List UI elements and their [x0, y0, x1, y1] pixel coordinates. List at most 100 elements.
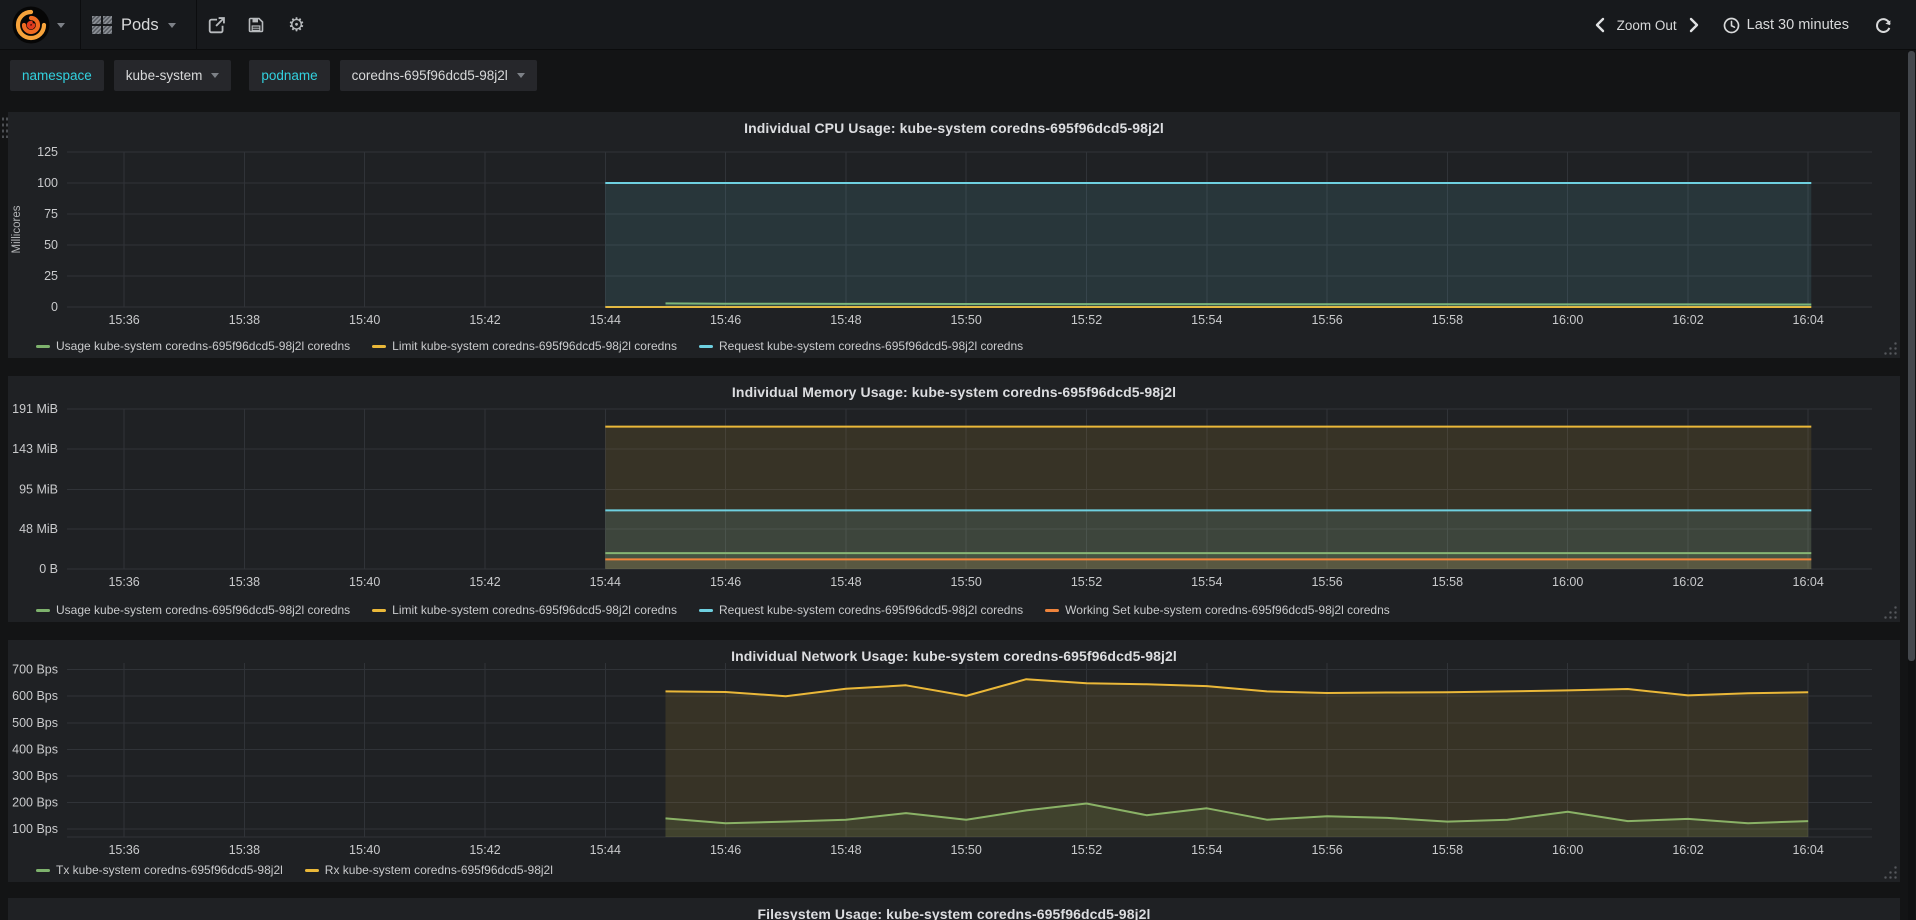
y-tick-label: 700 Bps: [12, 663, 58, 677]
share-dashboard-button[interactable]: [208, 0, 225, 50]
dashboard-settings-button[interactable]: ⚙: [288, 0, 305, 50]
legend-series-dash: [36, 609, 50, 612]
x-tick-label: 15:56: [1311, 843, 1342, 857]
x-tick-label: 15:44: [590, 843, 621, 857]
legend-series-dash: [304, 869, 319, 872]
y-tick-label: 100 Bps: [12, 822, 58, 836]
x-tick-label: 15:40: [349, 313, 380, 327]
chevron-right-icon: [1689, 17, 1698, 33]
legend-item[interactable]: Rx kube-system coredns-695f96dcd5-98j2l: [304, 863, 553, 877]
gear-icon: ⚙: [288, 14, 306, 36]
divider: [80, 0, 81, 50]
x-tick-label: 15:54: [1191, 313, 1222, 327]
panel-cpu-usage: Individual CPU Usage: kube-system coredn…: [8, 112, 1900, 358]
series-fill-rx: [665, 679, 1809, 837]
x-tick-label: 15:58: [1432, 843, 1463, 857]
network-usage-chart[interactable]: 100 Bps 200 Bps 300 Bps 400 Bps 500 Bps 600 B…: [8, 640, 1900, 882]
legend-item[interactable]: Tx kube-system coredns-695f96dcd5-98j2l: [36, 863, 283, 877]
y-tick-label: 500 Bps: [12, 716, 58, 730]
time-pan-left-button[interactable]: [1593, 17, 1607, 33]
cpu-usage-chart[interactable]: 0 25 50 75 100 125 15:36 15:38 15:40 15:42 15:44 15…: [8, 112, 1900, 358]
x-tick-label: 15:46: [710, 313, 741, 327]
x-tick-label: 16:02: [1672, 313, 1703, 327]
namespace-label: namespace: [10, 60, 104, 91]
x-tick-label: 15:36: [108, 575, 139, 589]
panel-filesystem-usage: Filesystem Usage: kube-system coredns-69…: [8, 898, 1900, 920]
legend-series-label: Usage kube-system coredns-695f96dcd5-98j…: [56, 603, 351, 617]
legend-series-dash: [1045, 609, 1060, 612]
template-variables-row: namespace kube-system podname coredns-69…: [10, 60, 555, 91]
clock-icon: [1723, 17, 1739, 33]
grafana-logo-button[interactable]: [0, 0, 80, 50]
legend: Usage kube-system coredns-695f96dcd5-98j…: [36, 603, 1390, 617]
legend-item[interactable]: Limit kube-system coredns-695f96dcd5-98j…: [372, 603, 677, 617]
x-tick-label: 16:04: [1793, 843, 1824, 857]
x-tick-label: 15:48: [830, 575, 861, 589]
y-tick-label: 48 MiB: [19, 522, 58, 536]
legend-series-dash: [372, 345, 387, 348]
legend-item[interactable]: Request kube-system coredns-695f96dcd5-9…: [698, 339, 1024, 353]
legend: Tx kube-system coredns-695f96dcd5-98j2l R…: [36, 863, 553, 877]
y-tick-label: 0 B: [39, 562, 58, 576]
x-tick-label: 15:40: [349, 575, 380, 589]
legend-series-dash: [36, 345, 50, 348]
share-icon: [208, 16, 225, 33]
legend-item[interactable]: Usage kube-system coredns-695f96dcd5-98j…: [36, 339, 350, 353]
memory-usage-chart[interactable]: 0 B 48 MiB 95 MiB 143 MiB 191 MiB 15:36 15:38 1…: [8, 376, 1900, 622]
y-tick-label: 95 MiB: [19, 482, 58, 496]
x-tick-label: 15:50: [951, 313, 982, 327]
legend-series-label: Request kube-system coredns-695f96dcd5-9…: [718, 603, 1024, 617]
zoom-out-button[interactable]: Zoom Out: [1617, 18, 1677, 33]
time-range-picker[interactable]: Last 30 minutes: [1723, 17, 1849, 34]
navbar: Pods ⚙ Zoom Out Last 30 minutes: [0, 0, 1916, 50]
divider: [196, 0, 197, 50]
x-tick-label: 15:56: [1311, 313, 1342, 327]
x-tick-label: 16:00: [1552, 843, 1583, 857]
time-pan-right-button[interactable]: [1687, 17, 1701, 33]
y-tick-label: 300 Bps: [12, 769, 58, 783]
refresh-icon: [1876, 17, 1891, 33]
x-tick-label: 15:44: [590, 575, 621, 589]
x-tick-label: 16:04: [1793, 313, 1824, 327]
x-tick-label: 15:44: [590, 313, 621, 327]
legend-item[interactable]: Limit kube-system coredns-695f96dcd5-98j…: [372, 339, 677, 353]
y-tick-label: 0: [51, 300, 58, 314]
scrollbar-thumb[interactable]: [1908, 51, 1915, 661]
legend-series-label: Usage kube-system coredns-695f96dcd5-98j…: [56, 339, 351, 353]
y-tick-label: 50: [44, 238, 58, 252]
x-tick-label: 15:36: [108, 313, 139, 327]
panel-memory-usage: Individual Memory Usage: kube-system cor…: [8, 376, 1900, 622]
x-tick-label: 15:48: [830, 843, 861, 857]
legend: Usage kube-system coredns-695f96dcd5-98j…: [36, 339, 1023, 353]
legend-series-dash: [36, 869, 50, 872]
podname-dropdown[interactable]: coredns-695f96dcd5-98j2l: [339, 60, 537, 91]
y-axis-label: Millicores: [11, 205, 23, 253]
x-tick-label: 15:54: [1191, 843, 1222, 857]
legend-series-dash: [372, 609, 387, 612]
legend-series-dash: [698, 609, 713, 612]
scrollbar[interactable]: [1908, 51, 1915, 920]
x-tick-label: 15:54: [1191, 575, 1222, 589]
legend-series-dash: [698, 345, 713, 348]
row-drag-handle[interactable]: [1, 116, 8, 138]
panel-network-usage: Individual Network Usage: kube-system co…: [8, 640, 1900, 882]
chevron-left-icon: [1595, 17, 1604, 33]
legend-item[interactable]: Usage kube-system coredns-695f96dcd5-98j…: [36, 603, 350, 617]
legend-item[interactable]: Request kube-system coredns-695f96dcd5-9…: [698, 603, 1024, 617]
time-controls: Zoom Out Last 30 minutes: [1593, 0, 1892, 50]
refresh-button[interactable]: [1875, 17, 1892, 34]
variable-namespace: namespace kube-system: [10, 60, 232, 91]
save-dashboard-button[interactable]: [248, 0, 264, 50]
x-tick-label: 16:04: [1793, 575, 1824, 589]
namespace-dropdown[interactable]: kube-system: [113, 60, 232, 91]
x-tick-label: 15:50: [951, 575, 982, 589]
x-tick-label: 15:52: [1071, 575, 1102, 589]
dashboard-picker[interactable]: Pods: [92, 0, 176, 50]
x-tick-label: 15:56: [1311, 575, 1342, 589]
legend-series-label: Request kube-system coredns-695f96dcd5-9…: [718, 339, 1024, 353]
save-icon: [248, 17, 264, 33]
legend-item[interactable]: Working Set kube-system coredns-695f96dc…: [1045, 603, 1390, 617]
x-tick-label: 15:48: [830, 313, 861, 327]
x-tick-label: 15:40: [349, 843, 380, 857]
x-tick-label: 16:00: [1552, 313, 1583, 327]
